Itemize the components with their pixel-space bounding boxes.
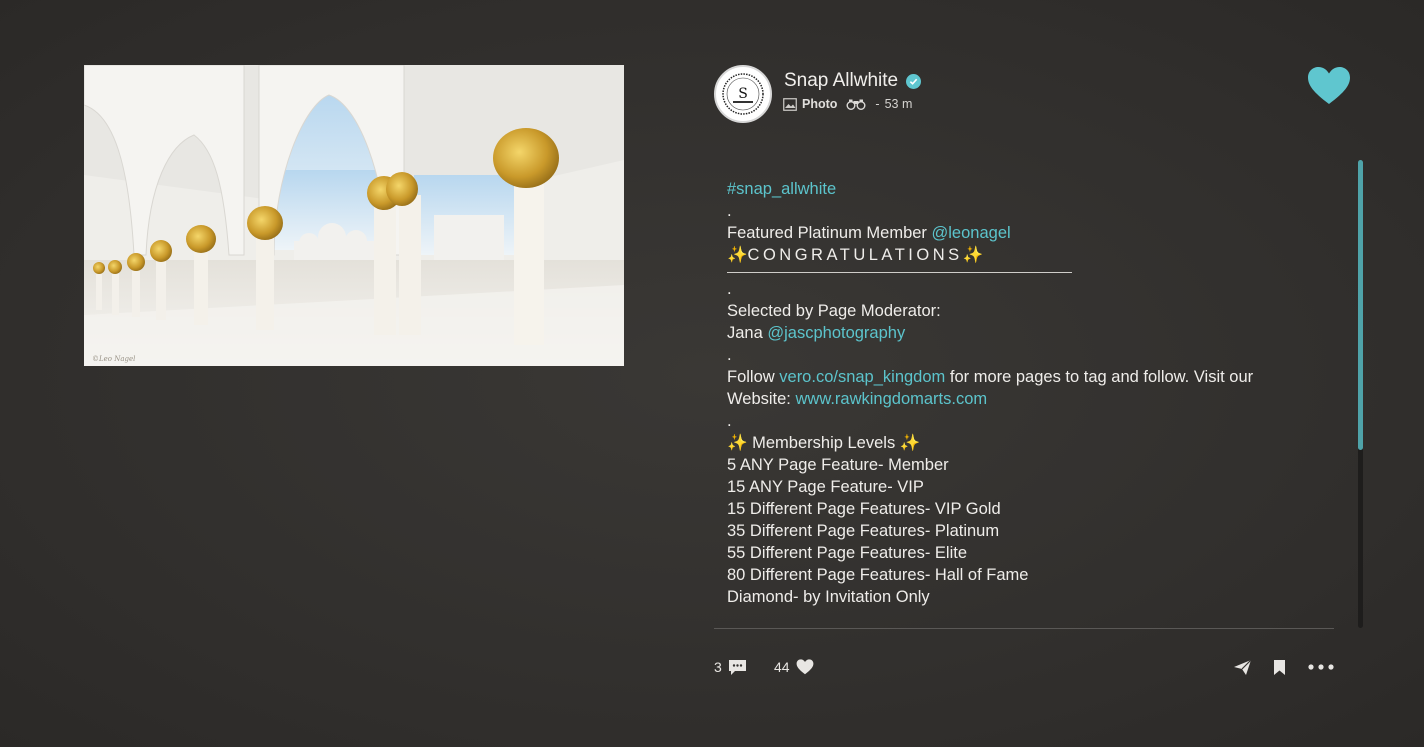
comment-count: 3 (714, 659, 722, 675)
moderator-handle-link[interactable]: @jascphotography (767, 324, 905, 342)
more-options-button[interactable] (1308, 656, 1334, 678)
congratulations-text: CONGRATULATIONS (747, 246, 963, 264)
membership-title: Membership Levels (747, 434, 900, 452)
post-meta: Photo - 53 m (783, 97, 912, 111)
website-link[interactable]: www.rawkingdomarts.com (795, 390, 987, 408)
comment-icon (728, 659, 747, 676)
follow-text: Follow (727, 368, 780, 386)
membership-title-line: ✨ Membership Levels ✨ (727, 432, 1337, 454)
post-caption: #snap_allwhite . Featured Platinum Membe… (727, 178, 1337, 608)
post-type: Photo (802, 97, 838, 111)
hashtag-link[interactable]: #snap_allwhite (727, 180, 836, 198)
membership-level: 35 Different Page Features- Platinum (727, 522, 1000, 540)
post-photo[interactable]: ©Leo Nagel (84, 65, 624, 366)
follow-suffix-text: for more pages to tag and follow. Visit … (945, 368, 1254, 386)
featured-text: Featured Platinum Member (727, 224, 932, 242)
membership-level: 5 ANY Page Feature- Member (727, 456, 949, 474)
featured-handle-link[interactable]: @leonagel (932, 224, 1011, 242)
caption-dot: . (727, 280, 732, 298)
bookmark-button[interactable] (1273, 656, 1286, 678)
caption-dot: . (727, 346, 732, 364)
post-details-panel: S Snap Allwhite Photo - 53 m #snap_allwh… (714, 62, 1364, 702)
sparkles-icon: ✨ (962, 246, 984, 264)
caption-dot: . (727, 412, 732, 430)
membership-level: 55 Different Page Features- Elite (727, 544, 967, 562)
author-name[interactable]: Snap Allwhite (784, 70, 922, 92)
bookmark-icon (1273, 659, 1286, 676)
caption-divider-line (727, 272, 1072, 273)
caption-scrollbar[interactable] (1358, 160, 1363, 628)
snap-logo-icon: S (722, 73, 764, 115)
verified-badge-icon (906, 73, 922, 89)
meta-separator: - (875, 97, 880, 111)
membership-level: 80 Different Page Features- Hall of Fame (727, 566, 1029, 584)
more-horizontal-icon (1308, 664, 1334, 670)
author-name-text[interactable]: Snap Allwhite (784, 70, 898, 92)
likes-button[interactable]: 44 (774, 656, 814, 678)
photo-icon (783, 97, 797, 111)
heart-icon (796, 659, 814, 675)
sparkles-icon: ✨ (727, 434, 748, 452)
membership-level: 15 ANY Page Feature- VIP (727, 478, 924, 496)
svg-text:S: S (738, 86, 748, 102)
send-icon (1233, 659, 1252, 676)
svg-text:©Leo Nagel: ©Leo Nagel (92, 355, 135, 363)
membership-level: 15 Different Page Features- VIP Gold (727, 500, 1001, 518)
avatar[interactable]: S (714, 65, 772, 123)
like-heart-button[interactable] (1307, 66, 1351, 106)
vero-page-link[interactable]: vero.co/snap_kingdom (779, 368, 945, 386)
post-time: 53 m (884, 97, 913, 111)
post-actions-bar: 3 44 (714, 656, 1336, 680)
website-label: Website: (727, 390, 796, 408)
actions-divider (714, 628, 1334, 629)
congratulations-line: ✨CONGRATULATIONS✨ (727, 244, 1337, 266)
heart-icon (1308, 67, 1350, 104)
sparkles-icon: ✨ (727, 246, 748, 264)
mosque-arcade-photo: ©Leo Nagel (84, 65, 624, 366)
membership-level: Diamond- by Invitation Only (727, 588, 930, 606)
like-count: 44 (774, 659, 790, 675)
post-viewer: ©Leo Nagel S Snap Allwhite Photo - 53 m … (0, 0, 1424, 747)
sparkles-icon: ✨ (899, 434, 921, 452)
selected-by-text: Selected by Page Moderator: (727, 302, 941, 320)
share-button[interactable] (1233, 656, 1252, 678)
binoculars-icon (846, 99, 866, 110)
caption-dot: . (727, 202, 732, 220)
comments-button[interactable]: 3 (714, 656, 747, 678)
scrollbar-thumb[interactable] (1358, 160, 1363, 450)
moderator-name: Jana (727, 324, 768, 342)
